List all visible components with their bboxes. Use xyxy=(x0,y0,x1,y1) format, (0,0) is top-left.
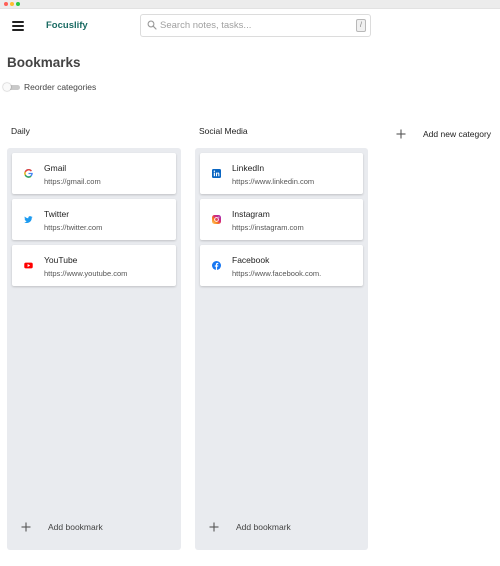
plus-icon xyxy=(396,129,406,139)
add-bookmark-label: Add bookmark xyxy=(236,522,291,532)
bookmark-url: https://www.youtube.com xyxy=(44,269,128,278)
add-new-category-button[interactable]: Add new category xyxy=(396,127,500,141)
linkedin-icon xyxy=(212,169,221,178)
search-icon xyxy=(147,20,157,30)
bookmark-name: Twitter xyxy=(44,209,70,219)
toggle-knob xyxy=(3,83,11,91)
bookmark-card-youtube[interactable]: YouTube https://www.youtube.com xyxy=(12,245,176,286)
reorder-categories-toggle[interactable] xyxy=(3,83,20,91)
search-input[interactable] xyxy=(160,17,345,34)
bookmark-name: Gmail xyxy=(44,163,67,173)
close-window-dot[interactable] xyxy=(4,2,8,6)
bookmark-name: LinkedIn xyxy=(232,163,265,173)
hamburger-menu-icon[interactable] xyxy=(12,19,24,31)
top-bar: Focuslify / xyxy=(0,9,500,43)
search-shortcut-key: / xyxy=(356,19,366,32)
bookmark-url: https://instagram.com xyxy=(232,223,304,232)
add-bookmark-button-daily[interactable]: Add bookmark xyxy=(21,521,131,533)
facebook-icon xyxy=(212,261,221,270)
add-bookmark-label: Add bookmark xyxy=(48,522,103,532)
category-title-daily: Daily xyxy=(11,126,30,136)
bookmark-name: YouTube xyxy=(44,255,78,265)
window-chrome xyxy=(0,0,500,9)
bookmark-url: https://www.linkedin.com xyxy=(232,177,315,186)
category-title-social-media: Social Media xyxy=(199,126,248,136)
plus-icon xyxy=(209,522,219,532)
reorder-categories-label: Reorder categories xyxy=(24,82,97,92)
app-brand: Focuslify xyxy=(46,20,88,31)
plus-icon xyxy=(21,522,31,532)
bookmark-card-instagram[interactable]: Instagram https://instagram.com xyxy=(200,199,363,240)
bookmark-card-twitter[interactable]: Twitter https://twitter.com xyxy=(12,199,176,240)
bookmark-name: Instagram xyxy=(232,209,270,219)
maximize-window-dot[interactable] xyxy=(16,2,20,6)
bookmark-name: Facebook xyxy=(232,255,270,265)
category-column-social-media: LinkedIn https://www.linkedin.com Instag… xyxy=(195,148,368,550)
youtube-icon xyxy=(24,262,33,269)
category-column-daily: Gmail https://gmail.com Twitter https://… xyxy=(7,148,181,550)
google-icon xyxy=(24,169,33,178)
bookmark-url: https://gmail.com xyxy=(44,177,101,186)
bookmark-card-facebook[interactable]: Facebook https://www.facebook.com. xyxy=(200,245,363,286)
instagram-icon xyxy=(212,215,221,224)
search-box[interactable]: / xyxy=(140,14,371,37)
twitter-icon xyxy=(24,216,33,223)
add-bookmark-button-social-media[interactable]: Add bookmark xyxy=(209,521,319,533)
bookmark-url: https://www.facebook.com. xyxy=(232,269,322,278)
bookmark-card-gmail[interactable]: Gmail https://gmail.com xyxy=(12,153,176,194)
bookmark-url: https://twitter.com xyxy=(44,223,103,232)
add-new-category-label: Add new category xyxy=(423,129,492,139)
bookmark-card-linkedin[interactable]: LinkedIn https://www.linkedin.com xyxy=(200,153,363,194)
minimize-window-dot[interactable] xyxy=(10,2,14,6)
page-title: Bookmarks xyxy=(7,55,81,70)
